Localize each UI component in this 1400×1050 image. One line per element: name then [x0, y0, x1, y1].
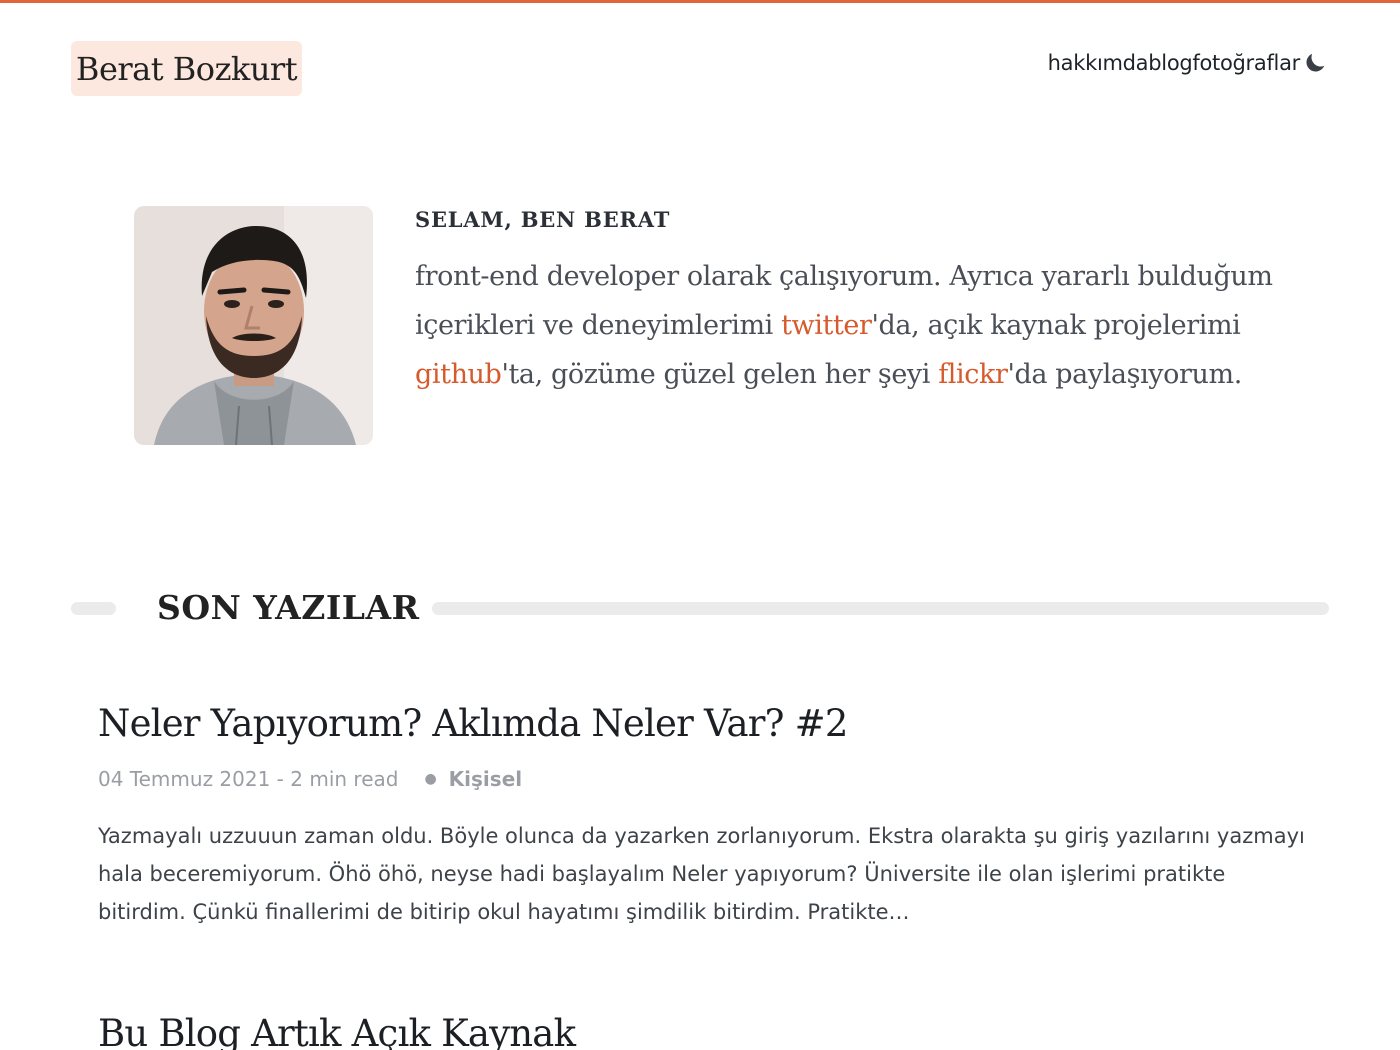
top-accent-bar	[0, 0, 1400, 3]
divider-right	[432, 602, 1329, 615]
moon-icon[interactable]	[1302, 50, 1328, 76]
post-item: Bu Blog Artık Açık Kaynak	[98, 1012, 1308, 1050]
twitter-link[interactable]: twitter	[781, 310, 872, 341]
flickr-link[interactable]: flickr	[938, 359, 1008, 390]
divider-left	[71, 602, 116, 615]
main-nav: hakkımda blog fotoğraflar	[1048, 50, 1328, 76]
intro-eyebrow: SELAM, BEN BERAT	[415, 207, 671, 232]
nav-item-hakkimda[interactable]: hakkımda	[1048, 51, 1149, 75]
nav-item-fotograflar[interactable]: fotoğraflar	[1192, 51, 1300, 75]
post-title-link[interactable]: Neler Yapıyorum? Aklımda Neler Var? #2	[98, 702, 1308, 745]
intro-text-3: 'ta, gözüme güzel gelen her şeyi	[501, 359, 939, 390]
section-title: SON YAZILAR	[157, 588, 420, 627]
recent-posts-heading: SON YAZILAR	[71, 588, 1329, 630]
intro-paragraph: front-end developer olarak çalışıyorum. …	[415, 252, 1295, 399]
nav-item-blog[interactable]: blog	[1148, 51, 1192, 75]
github-link[interactable]: github	[415, 359, 502, 390]
intro-text-4: 'da paylaşıyorum.	[1007, 359, 1242, 390]
meta-separator: ●	[424, 771, 437, 787]
post-meta: 04 Temmuz 2021 - 2 min read ● Kişisel	[98, 767, 1308, 791]
post-item: Neler Yapıyorum? Aklımda Neler Var? #2 0…	[98, 702, 1308, 931]
post-date-readtime: 04 Temmuz 2021 - 2 min read	[98, 767, 399, 791]
post-excerpt: Yazmayalı uzzuuun zaman oldu. Böyle olun…	[98, 824, 1305, 924]
site-brand-link[interactable]: Berat Bozkurt	[71, 41, 302, 96]
post-title-link[interactable]: Bu Blog Artık Açık Kaynak	[98, 1012, 1308, 1050]
intro-text-2: 'da, açık kaynak projelerimi	[871, 310, 1241, 341]
avatar	[134, 206, 373, 445]
post-category-link[interactable]: Kişisel	[449, 767, 522, 791]
